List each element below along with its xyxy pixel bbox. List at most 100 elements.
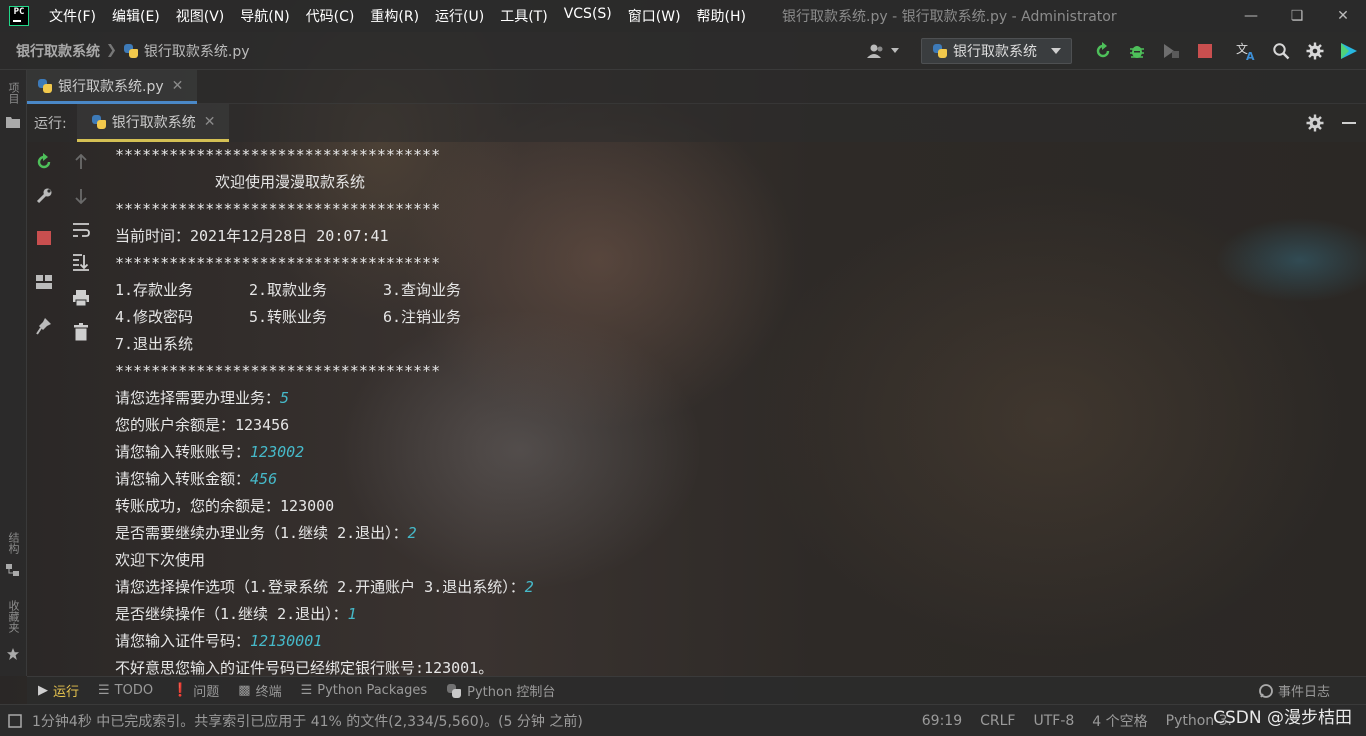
console-menu-row: 1.存款业务 2.取款业务 3.查询业务: [115, 277, 1355, 304]
console-line: 不好意思您输入的证件号码已经绑定银行账号:123001。: [115, 655, 1355, 676]
menu-navigate[interactable]: 导航(N): [232, 6, 297, 26]
file-encoding[interactable]: UTF-8: [1033, 713, 1074, 729]
run-tool-header: 运行: 银行取款系统 ✕: [27, 104, 1366, 142]
line-separator[interactable]: CRLF: [980, 713, 1015, 729]
menu-help[interactable]: 帮助(H): [689, 6, 754, 26]
breadcrumb-project[interactable]: 银行取款系统: [16, 41, 100, 61]
tool-tab-run[interactable]: ▶ 运行: [38, 681, 79, 700]
caret-position[interactable]: 69:19: [922, 713, 962, 729]
rerun-icon[interactable]: [30, 148, 58, 176]
run-tab-label: 银行取款系统: [111, 114, 196, 131]
tool-tab-python-console[interactable]: Python 控制台: [446, 681, 555, 700]
problems-icon: ❗: [172, 683, 189, 698]
status-message[interactable]: 1分钟4秒 中已完成索引。共享索引已应用于 41% 的文件(2,334/5,56…: [32, 711, 583, 731]
tool-windows-icon[interactable]: [8, 713, 22, 728]
svg-text:A: A: [1246, 50, 1255, 61]
breadcrumb-file[interactable]: 银行取款系统.py: [123, 41, 250, 61]
console-user-input: 2: [524, 578, 534, 596]
tool-tab-terminal[interactable]: ▩ 终端: [238, 681, 281, 700]
close-icon[interactable]: ✕: [1320, 0, 1366, 32]
console-menu-item: 1.存款业务: [115, 281, 194, 299]
run-header-actions: [1298, 104, 1366, 142]
plugin-icon[interactable]: [1332, 32, 1366, 70]
console-line: ************************************: [115, 362, 441, 380]
close-tab-icon[interactable]: ✕: [172, 78, 184, 94]
tool-tab-terminal-label: 终端: [255, 685, 282, 700]
tool-tab-problems-label: 问题: [193, 685, 220, 700]
console-user-input: 12130001: [250, 632, 323, 650]
run-side-toolbar: [27, 142, 99, 676]
search-icon[interactable]: [1264, 32, 1298, 70]
menu-window[interactable]: 窗口(W): [620, 6, 689, 26]
run-configuration-selector[interactable]: 银行取款系统: [921, 37, 1072, 64]
menu-file[interactable]: 文件(F): [41, 6, 104, 26]
title-bar: PC 文件(F) 编辑(E) 视图(V) 导航(N) 代码(C) 重构(R) 运…: [0, 0, 1366, 32]
layout-icon[interactable]: [30, 268, 58, 296]
menu-view[interactable]: 视图(V): [168, 6, 233, 26]
trash-icon[interactable]: [67, 318, 95, 346]
console-menu-item: 2.取款业务: [249, 281, 328, 299]
folder-icon[interactable]: [6, 116, 20, 128]
menu-vcs[interactable]: VCS(S): [556, 6, 620, 26]
star-icon[interactable]: [6, 648, 20, 660]
console-output[interactable]: ************************************ 欢迎使…: [115, 142, 1355, 676]
menu-tools[interactable]: 工具(T): [492, 6, 555, 26]
run-tab[interactable]: 银行取款系统 ✕: [76, 104, 230, 142]
user-menu[interactable]: [867, 43, 899, 59]
tool-tab-todo[interactable]: ☰ TODO: [98, 683, 153, 698]
debug-icon[interactable]: [1120, 32, 1154, 70]
pin-icon[interactable]: [30, 312, 58, 340]
structure-icon[interactable]: [6, 564, 20, 576]
console-line: 是否需要继续办理业务（1.继续 2.退出）：2: [115, 520, 1355, 547]
tool-tab-todo-label: TODO: [114, 683, 154, 698]
wrench-icon[interactable]: [30, 182, 58, 210]
chevron-down-icon: [891, 48, 899, 53]
tool-tab-problems[interactable]: ❗ 问题: [172, 681, 219, 700]
minimize-icon[interactable]: —: [1228, 0, 1274, 32]
hide-panel-icon[interactable]: [1332, 104, 1366, 142]
console-prompt: 请您输入证件号码：: [115, 632, 251, 650]
console-user-input: 2: [407, 524, 417, 542]
console-prompt: 请您选择操作选项（1.登录系统 2.开通账户 3.退出系统）：: [115, 578, 525, 596]
soft-wrap-icon[interactable]: [67, 216, 95, 244]
structure-tool-label[interactable]: 结构: [5, 532, 21, 554]
stop-icon[interactable]: [30, 224, 58, 252]
settings-icon[interactable]: [1298, 32, 1332, 70]
rerun-icon[interactable]: [1086, 32, 1120, 70]
project-tool-label[interactable]: 项目: [5, 82, 21, 104]
arrow-down-icon[interactable]: [67, 182, 95, 210]
print-icon[interactable]: [67, 284, 95, 312]
close-tab-icon[interactable]: ✕: [204, 114, 216, 130]
breadcrumb-separator-icon: ❯: [106, 43, 117, 58]
python-file-icon: [123, 43, 139, 59]
menu-refactor[interactable]: 重构(R): [362, 6, 427, 26]
arrow-up-icon[interactable]: [67, 148, 95, 176]
run-configuration-label: 银行取款系统: [953, 43, 1037, 60]
stop-icon[interactable]: [1188, 32, 1222, 70]
tool-tab-event-log[interactable]: 事件日志: [1258, 681, 1330, 700]
indent-setting[interactable]: 4 个空格: [1092, 711, 1147, 731]
tool-tab-python-packages[interactable]: ☰ Python Packages: [301, 683, 428, 698]
left-tool-stripe: 项目 结构 收藏夹: [0, 70, 27, 676]
console-line: 请您输入转账账号：123002: [115, 439, 1355, 466]
chevron-down-icon: [1051, 47, 1061, 54]
console-prompt: 请您输入转账账号：: [115, 443, 251, 461]
user-icon: [867, 44, 883, 58]
favorites-tool-label[interactable]: 收藏夹: [5, 600, 21, 633]
window-title: 银行取款系统.py - 银行取款系统.py - Administrator: [782, 9, 1117, 25]
editor-tab[interactable]: 银行取款系统.py ✕: [27, 70, 197, 104]
menu-code[interactable]: 代码(C): [298, 6, 363, 26]
coverage-icon[interactable]: [1154, 32, 1188, 70]
settings-icon[interactable]: [1298, 104, 1332, 142]
scroll-to-end-icon[interactable]: [67, 248, 95, 276]
console-user-input: 123002: [250, 443, 305, 461]
menu-edit[interactable]: 编辑(E): [104, 6, 168, 26]
menu-run[interactable]: 运行(U): [427, 6, 492, 26]
translate-icon[interactable]: 文A: [1230, 32, 1264, 70]
tool-tab-python-packages-label: Python Packages: [317, 683, 428, 698]
play-icon: ▶: [38, 683, 48, 698]
console-menu-item: 6.注销业务: [383, 308, 462, 326]
run-panel-label: 运行:: [34, 116, 67, 132]
console-line: 转账成功，您的余额是：123000: [115, 493, 1355, 520]
restore-icon[interactable]: ❏: [1274, 0, 1320, 32]
